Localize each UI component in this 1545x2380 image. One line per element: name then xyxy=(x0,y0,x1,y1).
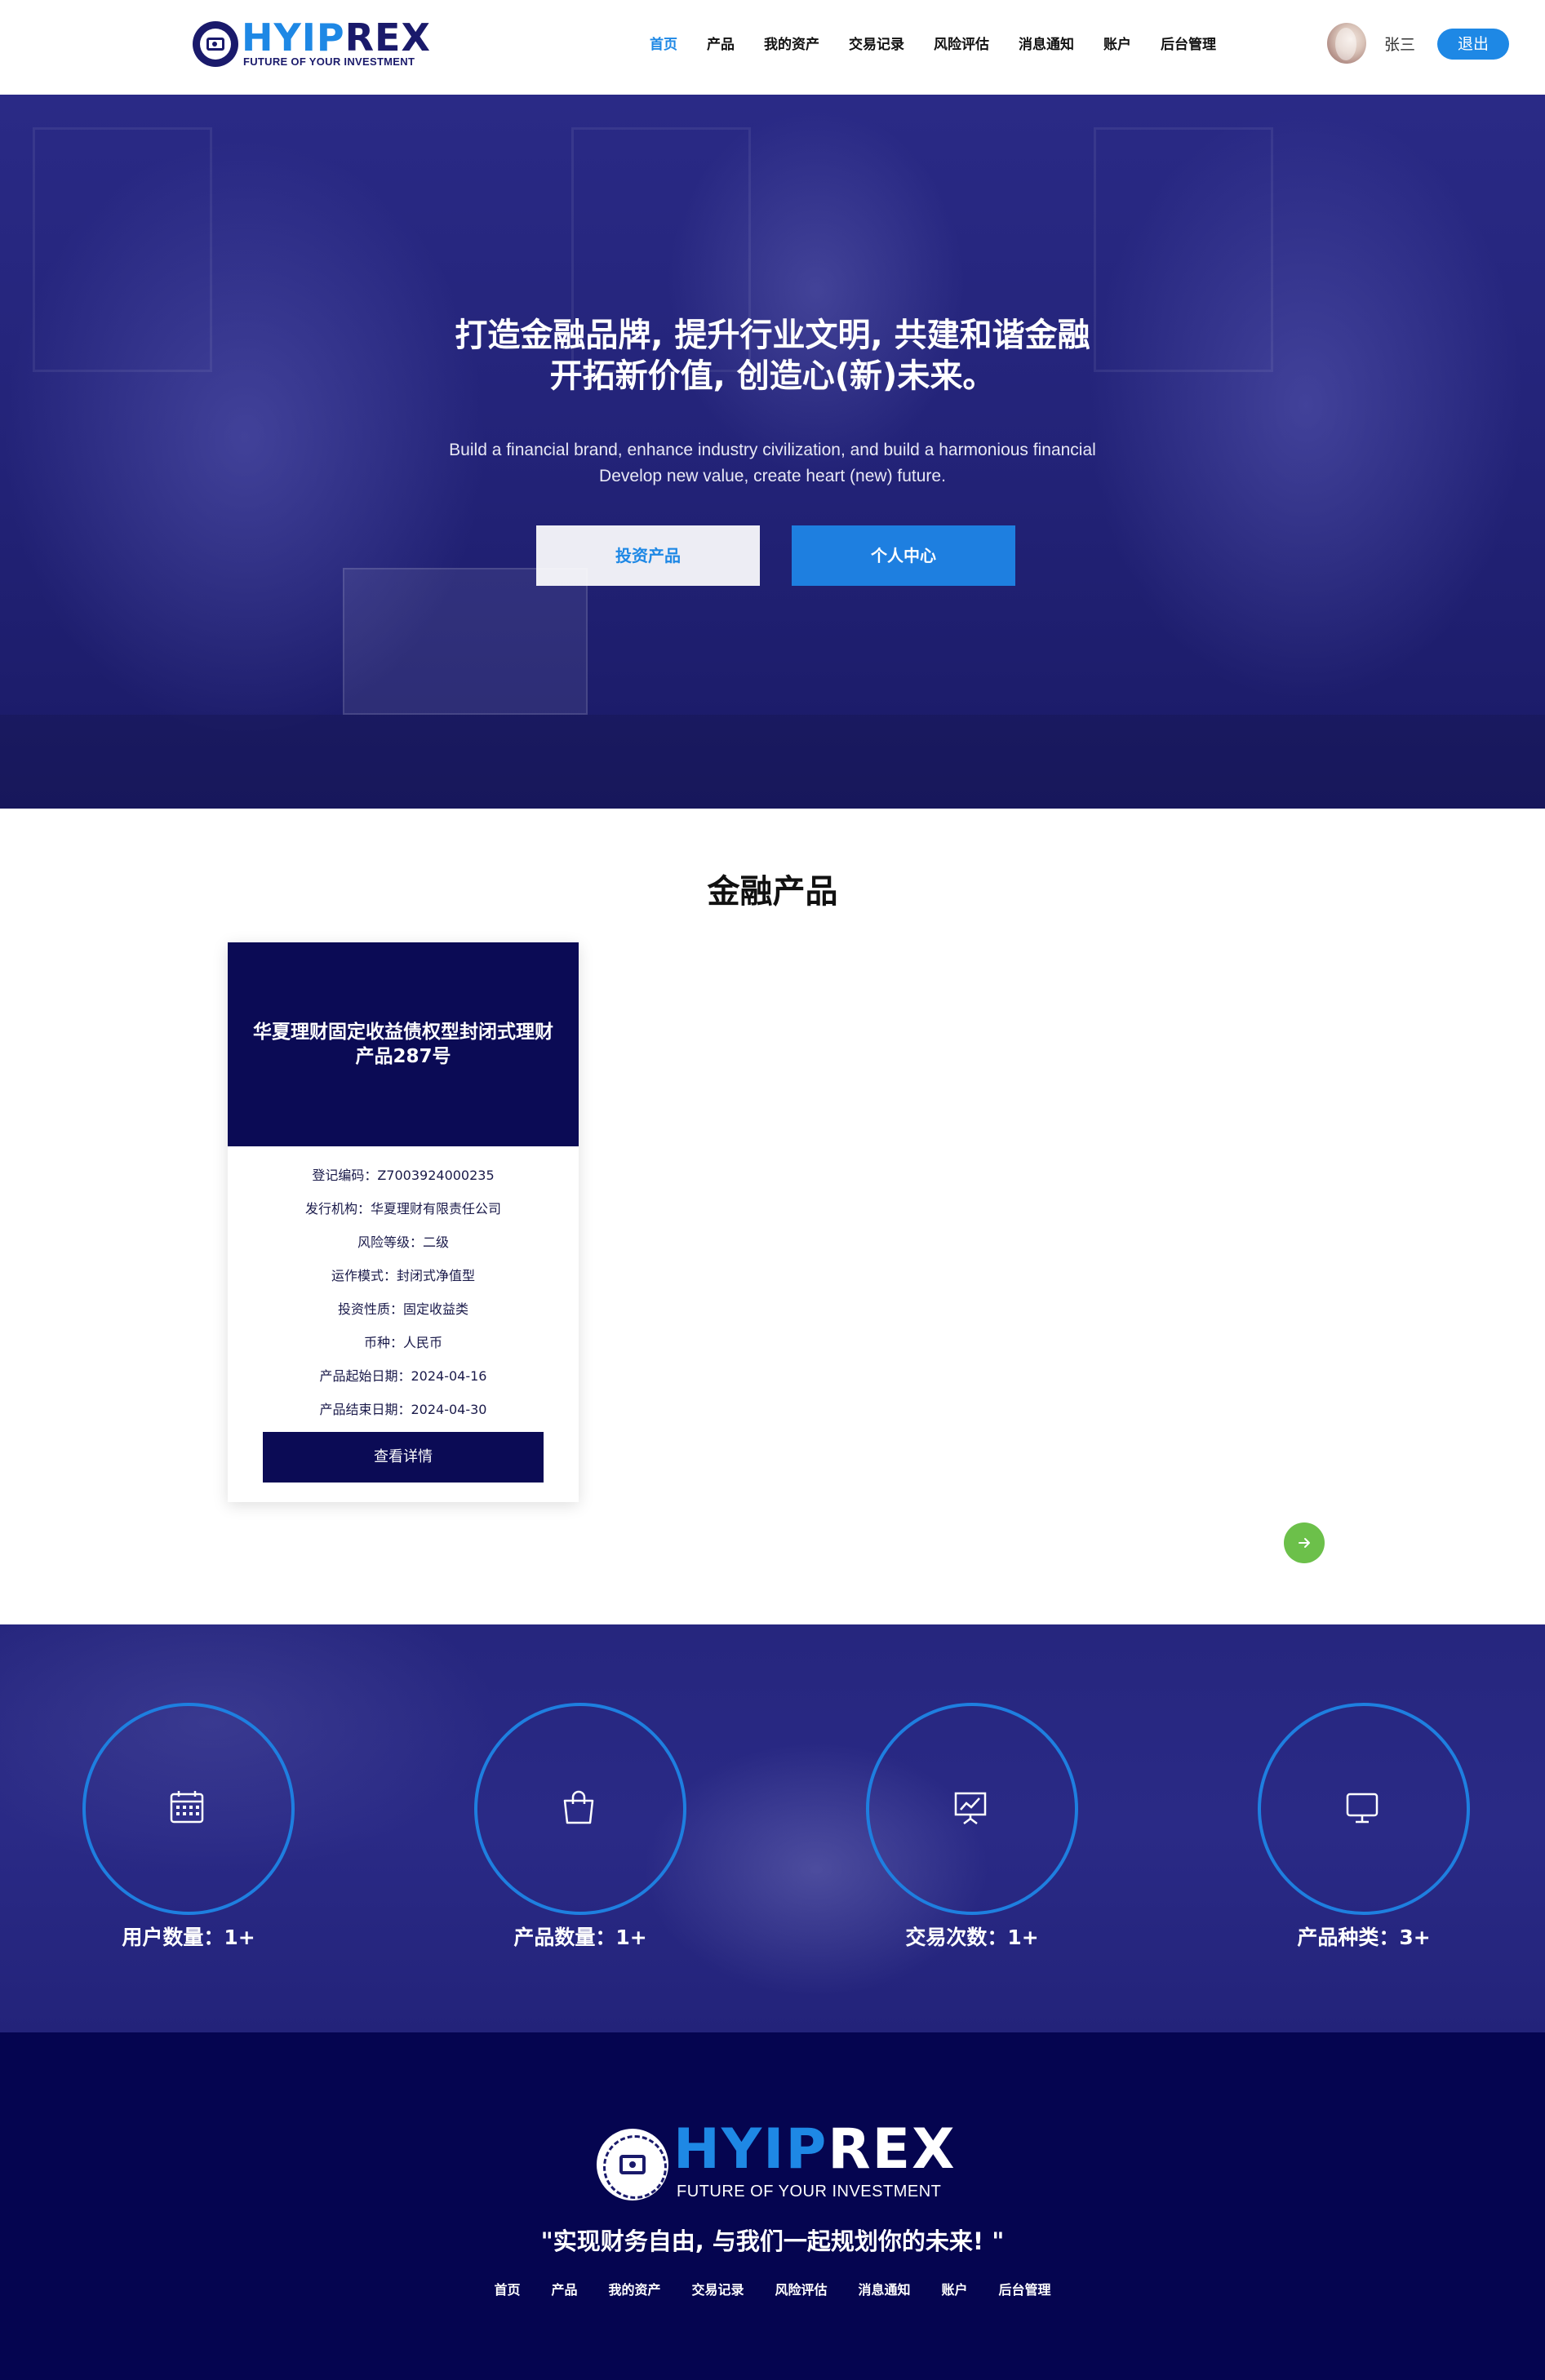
product-investment-type: 投资性质：固定收益类 xyxy=(337,1301,468,1317)
top-header: HYIPREX FUTURE OF YOUR INVESTMENT 首页 产品 … xyxy=(0,0,1545,95)
hero-subtitle-line-2: Develop new value, create heart (new) fu… xyxy=(599,467,946,485)
footer-nav-transactions[interactable]: 交易记录 xyxy=(691,2279,744,2298)
footer-nav-my-assets[interactable]: 我的资产 xyxy=(608,2279,660,2298)
main-nav: 首页 产品 我的资产 交易记录 风险评估 消息通知 账户 后台管理 xyxy=(650,33,1245,57)
monitor-icon xyxy=(1346,1793,1379,1824)
presentation-chart-icon xyxy=(954,1792,987,1824)
product-card-details: 登记编码：Z7003924000235 发行机构：华夏理财有限责任公司 风险等级… xyxy=(228,1159,579,1426)
shopping-bag-icon xyxy=(563,1790,594,1824)
footer-nav-products[interactable]: 产品 xyxy=(551,2279,577,2298)
hero-background-table xyxy=(0,715,1545,809)
products-section-title: 金融产品 xyxy=(707,873,838,911)
brand-logo[interactable]: HYIPREX FUTURE OF YOUR INVESTMENT xyxy=(193,16,431,70)
hero-background-laptop xyxy=(343,568,588,715)
nav-item-account[interactable]: 账户 xyxy=(1103,33,1131,57)
hero-title-line-1: 打造金融品牌, 提升行业文明, 共建和谐金融 xyxy=(455,317,1090,354)
product-registration-code: 登记编码：Z7003924000235 xyxy=(312,1168,495,1183)
stat-products-label: 产品数量：1+ xyxy=(513,1926,647,1949)
footer-nav-notifications[interactable]: 消息通知 xyxy=(859,2279,911,2298)
stat-transactions-label: 交易次数：1+ xyxy=(905,1926,1039,1949)
logo-emblem-icon xyxy=(597,2129,668,2201)
footer-slogan: "实现财务自由, 与我们一起规划你的未来! " xyxy=(540,2227,1005,2255)
view-details-button[interactable]: 查看详情 xyxy=(263,1432,544,1483)
invest-products-button[interactable]: 投资产品 xyxy=(536,525,760,586)
nav-item-admin[interactable]: 后台管理 xyxy=(1161,33,1216,57)
hero-subtitle-line-1: Build a financial brand, enhance industr… xyxy=(449,441,1096,459)
footer: HYIPREX FUTURE OF YOUR INVESTMENT "实现财务自… xyxy=(0,2032,1545,2380)
product-start-date: 产品起始日期：2024-04-16 xyxy=(319,1368,487,1384)
logo-tagline: FUTURE OF YOUR INVESTMENT xyxy=(243,55,415,68)
hero-title: 打造金融品牌, 提升行业文明, 共建和谐金融 开拓新价值, 创造心(新)未来。 xyxy=(0,315,1545,397)
nav-item-notifications[interactable]: 消息通知 xyxy=(1019,33,1074,57)
product-currency: 币种：人民币 xyxy=(363,1335,442,1350)
nav-item-my-assets[interactable]: 我的资产 xyxy=(764,33,819,57)
nav-item-home[interactable]: 首页 xyxy=(650,33,677,57)
calendar-icon xyxy=(170,1791,204,1824)
arrow-right-icon[interactable] xyxy=(1284,1522,1325,1563)
logo-emblem-icon xyxy=(193,21,238,67)
nav-item-transactions[interactable]: 交易记录 xyxy=(849,33,904,57)
logo-word-primary: HYIP xyxy=(242,16,345,60)
hero-title-line-2: 开拓新价值, 创造心(新)未来。 xyxy=(549,357,996,395)
footer-nav: 首页 产品 我的资产 交易记录 风险评估 消息通知 账户 后台管理 xyxy=(0,2279,1545,2298)
footer-nav-admin[interactable]: 后台管理 xyxy=(999,2279,1051,2298)
footer-nav-account[interactable]: 账户 xyxy=(942,2279,968,2298)
hero-banner: 打造金融品牌, 提升行业文明, 共建和谐金融 开拓新价值, 创造心(新)未来。 … xyxy=(0,95,1545,809)
nav-item-risk-assessment[interactable]: 风险评估 xyxy=(934,33,989,57)
product-card-title: 华夏理财固定收益债权型封闭式理财产品287号 xyxy=(228,942,579,1146)
hero-subtitle: Build a financial brand, enhance industr… xyxy=(0,437,1545,490)
product-end-date: 产品结束日期：2024-04-30 xyxy=(319,1402,487,1417)
stat-categories-label: 产品种类：3+ xyxy=(1297,1926,1431,1949)
footer-logo-tagline: FUTURE OF YOUR INVESTMENT xyxy=(677,2183,942,2201)
nav-item-products[interactable]: 产品 xyxy=(707,33,735,57)
avatar[interactable] xyxy=(1327,23,1366,64)
stats-section: 用户数量：1+ 产品数量：1+ 交易次数：1+ 产品种类：3+ xyxy=(0,1624,1545,2032)
logout-button[interactable]: 退出 xyxy=(1437,29,1509,60)
stat-users-label: 用户数量：1+ xyxy=(122,1926,255,1949)
footer-logo-word-primary: HYIP xyxy=(673,2117,828,2182)
footer-logo-word-secondary: REX xyxy=(828,2117,957,2182)
personal-center-button[interactable]: 个人中心 xyxy=(792,525,1015,586)
product-issuer: 发行机构：华夏理财有限责任公司 xyxy=(304,1201,501,1217)
username: 张三 xyxy=(1384,36,1416,54)
footer-logo[interactable]: HYIPREX FUTURE OF YOUR INVESTMENT xyxy=(597,2117,956,2204)
footer-nav-home[interactable]: 首页 xyxy=(494,2279,520,2298)
footer-nav-risk-assessment[interactable]: 风险评估 xyxy=(775,2279,828,2298)
product-card: 华夏理财固定收益债权型封闭式理财产品287号 登记编码：Z70039240002… xyxy=(228,942,579,1502)
product-operation-mode: 运作模式：封闭式净值型 xyxy=(331,1268,475,1283)
product-risk-level: 风险等级：二级 xyxy=(357,1234,449,1250)
logo-word-secondary: REX xyxy=(344,16,431,60)
